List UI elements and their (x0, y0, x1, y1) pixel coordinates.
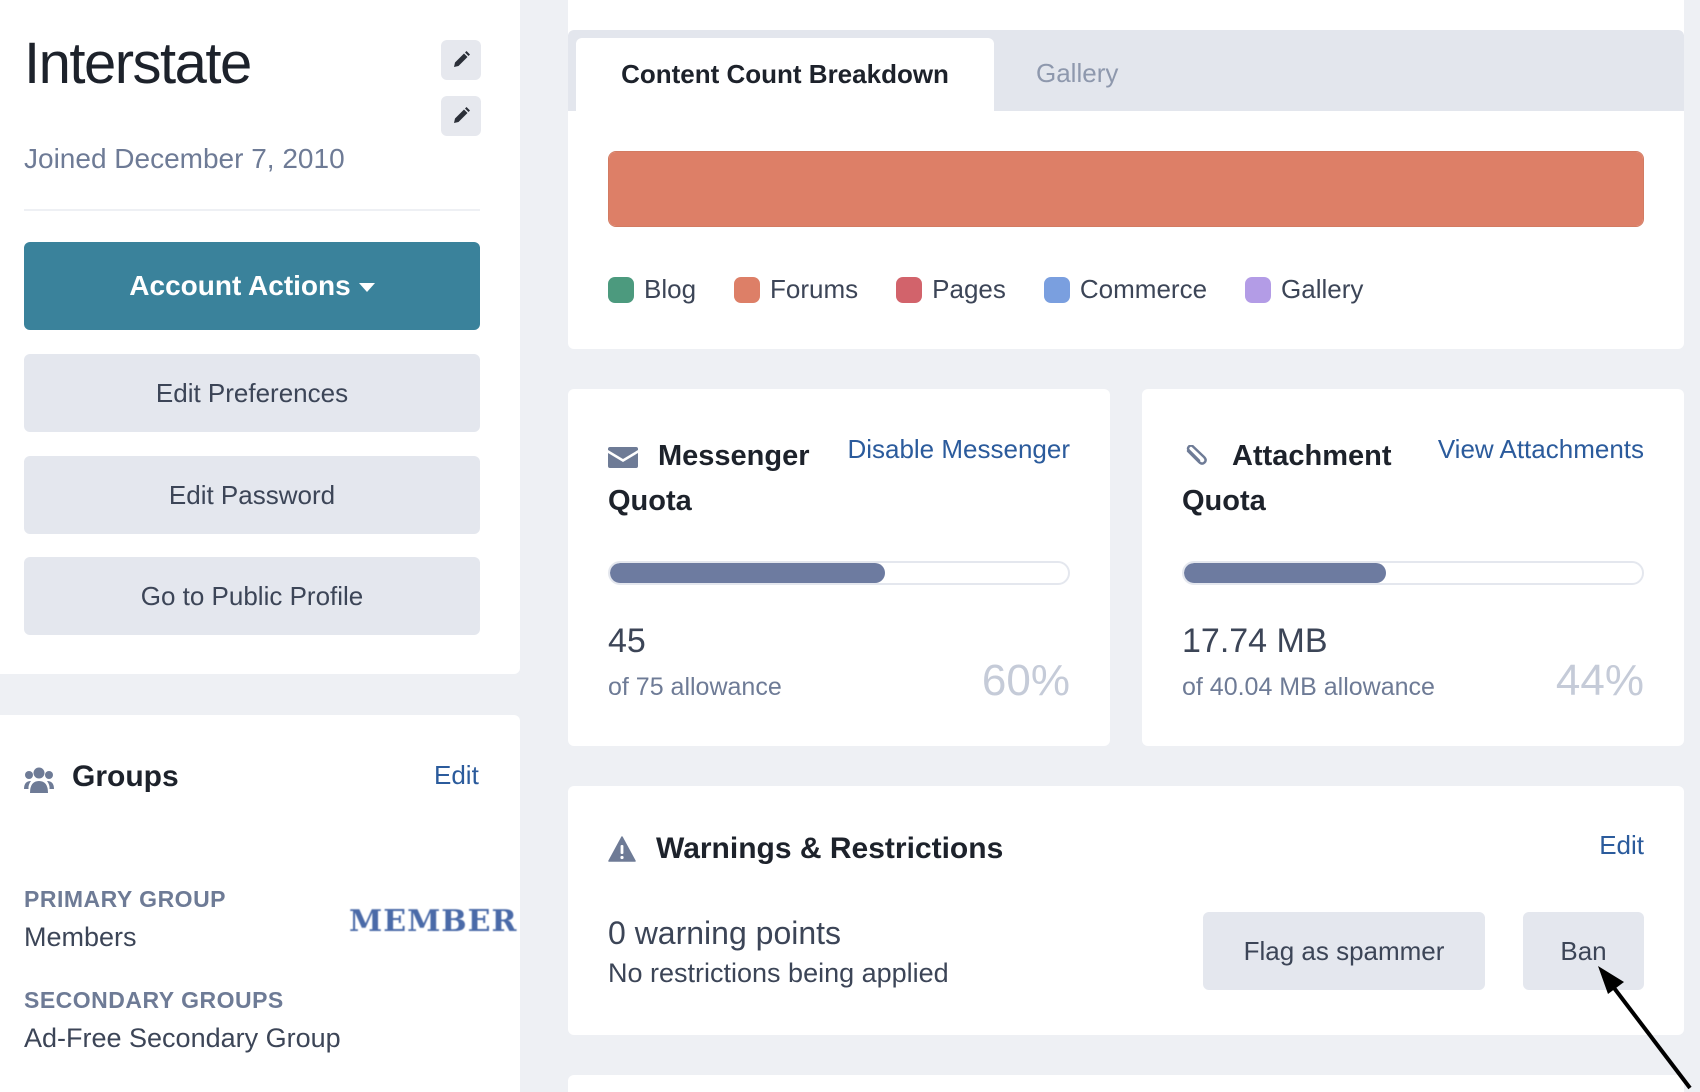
edit-name-button[interactable] (441, 40, 481, 80)
legend-swatch (734, 276, 761, 303)
attachment-quota-percent: 44% (1555, 656, 1644, 705)
legend-label: Pages (932, 274, 1006, 304)
content-breakdown-bar (608, 151, 1644, 227)
edit-password-button[interactable]: Edit Password (24, 456, 480, 534)
legend-swatch (608, 276, 634, 303)
warning-points: 0 warning points (608, 915, 842, 951)
legend-label: Gallery (1281, 274, 1364, 304)
groups-edit-link[interactable]: Edit (434, 760, 479, 791)
account-actions-button[interactable]: Account Actions (24, 242, 480, 330)
edit-preferences-button[interactable]: Edit Preferences (24, 354, 480, 432)
ban-button[interactable]: Ban (1523, 912, 1644, 990)
primary-group-label: Primary Group (24, 886, 227, 912)
attachment-quota-bar (1182, 561, 1644, 585)
warnings-title: Warnings & Restrictions (656, 832, 1004, 865)
joined-date: Joined December 7, 2010 (24, 143, 345, 174)
legend-item-commerce: Commerce (1043, 274, 1208, 305)
messenger-quota-percent: 60% (981, 656, 1070, 705)
legend-item-pages: Pages (896, 274, 1006, 305)
legend-label: Forums (770, 274, 859, 304)
pencil-icon (454, 51, 470, 67)
member-badge: MEMBER (349, 904, 518, 939)
attachment-quota-value: 17.74 MB (1182, 622, 1328, 660)
legend-item-blog: Blog (608, 274, 696, 305)
pencil-icon (454, 107, 470, 123)
messenger-quota-bar (608, 561, 1070, 585)
next-card (568, 1075, 1684, 1092)
disable-messenger-link[interactable]: Disable Messenger (847, 434, 1070, 465)
attachment-quota-fill (1184, 563, 1386, 583)
legend-item-gallery: Gallery (1245, 274, 1363, 305)
warning-icon (608, 836, 636, 862)
messenger-quota-title: Messenger Quota (608, 440, 810, 517)
legend-swatch (1245, 276, 1272, 303)
account-actions-label: Account Actions (129, 270, 351, 301)
profile-name: Interstate (24, 31, 252, 96)
secondary-groups-value: Ad-Free Secondary Group (24, 1023, 341, 1053)
divider (24, 209, 480, 211)
view-attachments-link[interactable]: View Attachments (1438, 434, 1644, 465)
tab-content-count[interactable]: Content Count Breakdown (576, 38, 994, 111)
restrictions-status: No restrictions being applied (608, 958, 949, 988)
messenger-quota-allowance: of 75 allowance (608, 673, 782, 701)
attachment-quota-title: Attachment Quota (1182, 440, 1392, 517)
warnings-edit-link[interactable]: Edit (1599, 830, 1644, 861)
flag-spammer-button[interactable]: Flag as spammer (1203, 912, 1485, 990)
primary-group-value: Members (24, 922, 137, 952)
content-legend: Blog Forums Pages Commerce Gallery (608, 274, 1363, 305)
public-profile-button[interactable]: Go to Public Profile (24, 557, 480, 635)
messenger-quota-value: 45 (608, 622, 646, 660)
tab-gallery[interactable]: Gallery (1036, 58, 1118, 89)
legend-label: Blog (644, 274, 697, 304)
legend-swatch (896, 276, 923, 303)
legend-label: Commerce (1079, 274, 1208, 304)
legend-item-forums: Forums (734, 274, 858, 305)
secondary-groups-label: Secondary Groups (24, 987, 284, 1013)
attachment-quota-card: Attachment Quota View Attachments 17.74 … (1142, 389, 1684, 746)
groups-title: Groups (72, 760, 179, 793)
messenger-quota-fill (610, 563, 885, 583)
edit-photo-button[interactable] (441, 96, 481, 136)
messenger-quota-card: Messenger Quota Disable Messenger 45 of … (568, 389, 1110, 746)
attachment-quota-allowance: of 40.04 MB allowance (1182, 673, 1435, 701)
warnings-card (568, 786, 1684, 1035)
users-icon (24, 767, 54, 793)
legend-swatch (1043, 276, 1070, 303)
breakdown-segment-forums (609, 152, 1643, 226)
caret-down-icon (358, 283, 375, 292)
